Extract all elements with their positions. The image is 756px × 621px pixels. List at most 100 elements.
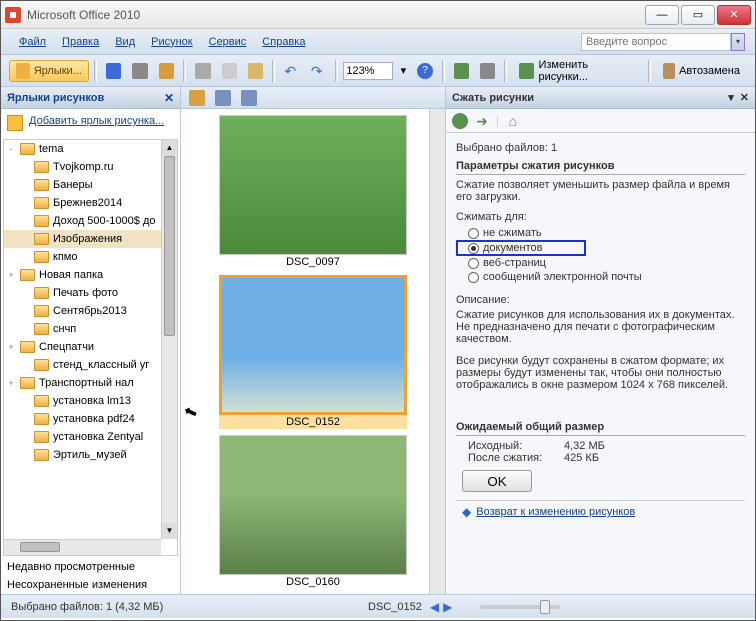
app-icon	[5, 7, 21, 23]
redo-button[interactable]: ↷	[307, 60, 330, 82]
add-shortcut-link[interactable]: Добавить ярлык рисунка...	[29, 115, 164, 127]
shortcuts-button[interactable]: Ярлыки...	[9, 60, 89, 82]
view-filmstrip-button[interactable]	[211, 87, 235, 109]
hscroll-thumb[interactable]	[20, 542, 60, 552]
tree-item[interactable]: Изображения	[4, 230, 161, 248]
copy-button[interactable]	[218, 60, 241, 82]
view-single-button[interactable]	[237, 87, 261, 109]
tree-item[interactable]: Печать фото	[4, 284, 161, 302]
tree-vscrollbar[interactable]: ▲ ▼	[161, 140, 177, 539]
folder-icon	[34, 359, 49, 371]
view-thumbnails-button[interactable]	[185, 87, 209, 109]
radio-no-compress[interactable]: не сжимать	[456, 226, 745, 240]
tree-item[interactable]: +Транспортный нал	[4, 374, 161, 392]
tree-item-label: Спецпатчи	[39, 341, 94, 353]
maximize-button[interactable]: ▭	[681, 5, 715, 25]
zoom-slider[interactable]	[480, 605, 560, 609]
scroll-thumb[interactable]	[164, 156, 175, 336]
radio-email[interactable]: сообщений электронной почты	[456, 270, 745, 284]
tree-item[interactable]: Брежнев2014	[4, 194, 161, 212]
add-shortcut-icon	[7, 115, 23, 131]
save-button[interactable]	[102, 60, 125, 82]
tree-item[interactable]: установка Zentyal	[4, 428, 161, 446]
view-toolbar	[181, 87, 445, 109]
zoom-input[interactable]	[343, 62, 393, 80]
description-text-2: Все рисунки будут сохранены в сжатом фор…	[456, 355, 745, 391]
radio-label: документов	[483, 242, 542, 254]
scroll-down-icon[interactable]: ▼	[162, 523, 177, 539]
tree-item[interactable]: Банеры	[4, 176, 161, 194]
print-button[interactable]	[128, 60, 151, 82]
help-button[interactable]: ?	[413, 60, 436, 82]
radio-documents[interactable]: документов	[456, 240, 586, 256]
tree-item[interactable]: -tema	[4, 140, 161, 158]
cut-button[interactable]	[191, 60, 214, 82]
folder-tree: -temaTvojkomp.ruБанерыБрежнев2014Доход 5…	[3, 139, 178, 556]
tree-hscrollbar[interactable]	[4, 539, 161, 555]
zoom-slider-knob[interactable]	[540, 600, 550, 614]
tree-item[interactable]: +Новая папка	[4, 266, 161, 284]
ask-question-input[interactable]	[581, 33, 731, 51]
minimize-button[interactable]: —	[645, 5, 679, 25]
undo-button[interactable]: ↶	[280, 60, 303, 82]
tree-item[interactable]: кпмо	[4, 248, 161, 266]
tree-item[interactable]: +Спецпатчи	[4, 338, 161, 356]
edit-pictures-button[interactable]: Изменить рисунки...	[512, 60, 643, 82]
menu-file[interactable]: Файл	[11, 33, 54, 51]
thumbnail-caption: DSC_0160	[219, 575, 407, 589]
thumbnail-item[interactable]: DSC_0097	[219, 115, 407, 269]
shortcuts-label: Ярлыки...	[34, 65, 82, 77]
thumbnail-item[interactable]: DSC_0160	[219, 435, 407, 589]
autocorrect-label: Автозамена	[679, 65, 740, 77]
folder-icon	[34, 287, 49, 299]
scroll-up-icon[interactable]: ▲	[162, 140, 177, 156]
tree-item[interactable]: стенд_классный уг	[4, 356, 161, 374]
panel-dropdown-icon[interactable]: ▾	[728, 91, 734, 104]
paste-icon	[248, 63, 263, 79]
thumbnail-item[interactable]: DSC_0152	[219, 275, 407, 429]
shortcuts-panel-close[interactable]: ✕	[164, 91, 174, 105]
thumbs-vscrollbar[interactable]	[429, 109, 445, 594]
mail-button[interactable]	[155, 60, 178, 82]
menu-help[interactable]: Справка	[254, 33, 313, 51]
nav-forward-icon[interactable]: ➜	[474, 113, 490, 129]
folder-icon	[20, 143, 35, 155]
next-image-button[interactable]: ▶	[443, 600, 452, 614]
prev-image-button[interactable]: ◀	[430, 600, 439, 614]
rotate-button[interactable]	[476, 60, 499, 82]
paste-button[interactable]	[244, 60, 267, 82]
tree-item-label: установка Zentyal	[53, 431, 143, 443]
tree-item[interactable]: установка lm13	[4, 392, 161, 410]
ok-button[interactable]: OK	[462, 470, 532, 492]
tree-item[interactable]: Tvojkomp.ru	[4, 158, 161, 176]
nav-home-icon[interactable]: ⌂	[505, 113, 521, 129]
menu-tools[interactable]: Сервис	[201, 33, 255, 51]
back-to-edit-link[interactable]: Возврат к изменению рисунков	[476, 506, 635, 518]
menu-view[interactable]: Вид	[107, 33, 143, 51]
unsaved-label[interactable]: Несохраненные изменения	[1, 576, 180, 594]
menu-edit[interactable]: Правка	[54, 33, 107, 51]
autofit-button[interactable]	[450, 60, 473, 82]
close-button[interactable]: ✕	[717, 5, 751, 25]
folder-icon	[34, 395, 49, 407]
folder-icon	[34, 251, 49, 263]
tree-item[interactable]: Доход 500-1000$ до	[4, 212, 161, 230]
nav-back-icon[interactable]	[452, 113, 468, 129]
tree-item-label: стенд_классный уг	[53, 359, 149, 371]
tree-item[interactable]: установка pdf24	[4, 410, 161, 428]
radio-web[interactable]: веб-страниц	[456, 256, 745, 270]
menu-picture[interactable]: Рисунок	[143, 33, 201, 51]
folder-icon	[34, 179, 49, 191]
tree-item-label: кпмо	[53, 251, 77, 263]
tree-item[interactable]: Сентябрь2013	[4, 302, 161, 320]
zoom-dropdown[interactable]: ▾	[396, 60, 410, 82]
autocorrect-button[interactable]: Автозамена	[656, 60, 747, 82]
tree-item[interactable]: снчп	[4, 320, 161, 338]
recent-label[interactable]: Недавно просмотренные	[1, 558, 180, 576]
panel-close-icon[interactable]: ✕	[740, 91, 749, 104]
tree-item[interactable]: Эртиль_музей	[4, 446, 161, 464]
radio-icon	[468, 243, 479, 254]
folder-icon	[34, 233, 49, 245]
tree-item-label: установка lm13	[53, 395, 131, 407]
ask-dropdown[interactable]: ▾	[731, 33, 745, 51]
